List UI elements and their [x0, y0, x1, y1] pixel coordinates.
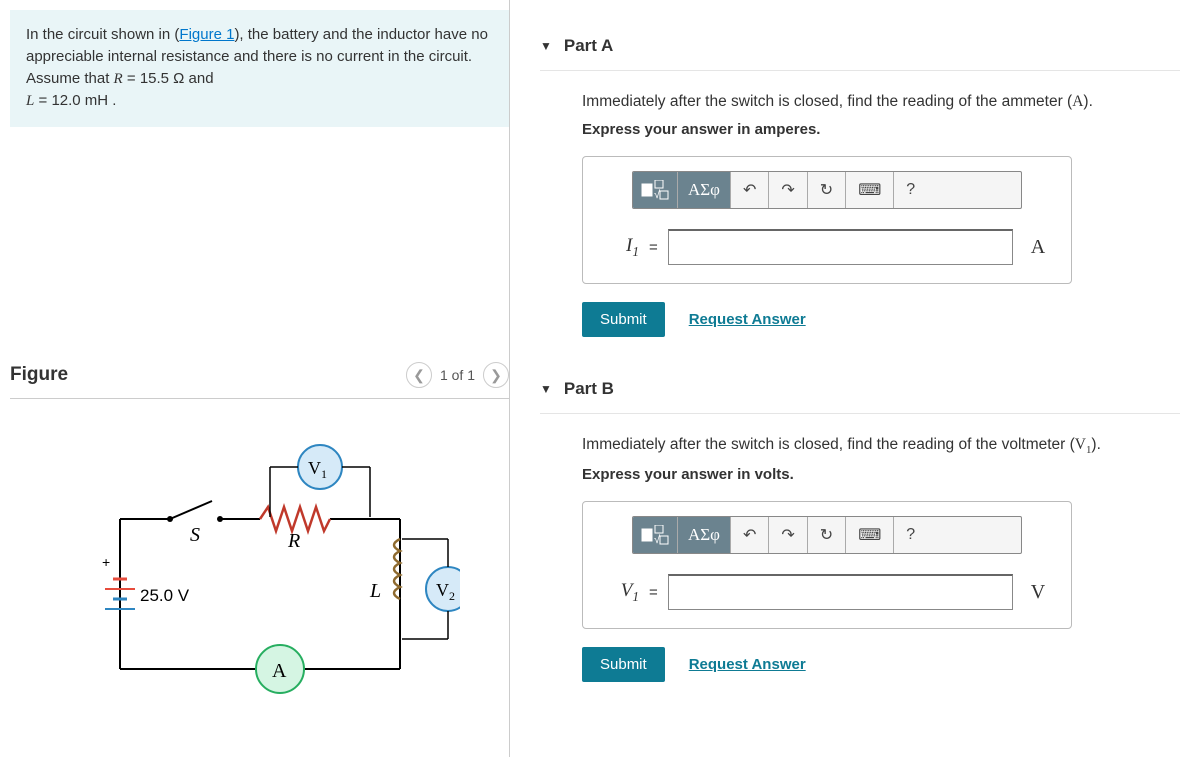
- label-R: R: [287, 530, 300, 552]
- reset-button[interactable]: ↻: [808, 172, 846, 208]
- part-b-answer-row: V1 = V: [601, 574, 1053, 610]
- template-button[interactable]: √: [633, 172, 678, 208]
- right-panel: ▼ Part A Immediately after the switch is…: [510, 0, 1200, 757]
- part-b-input[interactable]: [668, 574, 1013, 610]
- part-b-header[interactable]: ▼ Part B: [540, 373, 1180, 414]
- submit-button-b[interactable]: Submit: [582, 647, 665, 682]
- undo-button[interactable]: ↶: [731, 172, 769, 208]
- part-b-unit: V: [1023, 581, 1053, 604]
- formatting-toolbar-b: √ ΑΣφ ↶ ↷ ↻ ⌨ ?: [632, 516, 1022, 554]
- caret-down-icon: ▼: [540, 39, 552, 53]
- part-a-instruct: Express your answer in amperes.: [582, 121, 1180, 138]
- undo-button[interactable]: ↶: [731, 517, 769, 553]
- figure-prev-button[interactable]: ❮: [406, 362, 432, 388]
- part-a-var: I1: [601, 235, 639, 260]
- request-answer-b[interactable]: Request Answer: [689, 656, 806, 673]
- equals: =: [649, 239, 658, 256]
- part-a-question: Immediately after the switch is closed, …: [582, 93, 1180, 111]
- caret-down-icon: ▼: [540, 382, 552, 396]
- label-A: A: [272, 660, 287, 682]
- submit-button-a[interactable]: Submit: [582, 302, 665, 337]
- label-S: S: [190, 524, 200, 546]
- part-b-answer-block: √ ΑΣφ ↶ ↷ ↻ ⌨ ? V1 = V: [582, 501, 1072, 629]
- part-b-question: Immediately after the switch is closed, …: [582, 436, 1180, 456]
- label-voltage: 25.0 V: [140, 586, 190, 605]
- equals: =: [649, 584, 658, 601]
- part-a-actions: Submit Request Answer: [582, 302, 1180, 337]
- part-b-var: V1: [601, 580, 639, 605]
- left-panel: In the circuit shown in (Figure 1), the …: [0, 0, 510, 757]
- part-b-body: Immediately after the switch is closed, …: [540, 436, 1180, 682]
- template-button[interactable]: √: [633, 517, 678, 553]
- circuit-diagram: S + 25.0 V R V1 L: [10, 429, 509, 713]
- figure-header: Figure ❮ 1 of 1 ❯: [10, 362, 509, 399]
- label-plus: +: [102, 554, 110, 570]
- part-a-title: Part A: [564, 36, 613, 56]
- problem-intro-prefix: In the circuit shown in (: [26, 26, 179, 43]
- part-a-input[interactable]: [668, 229, 1013, 265]
- problem-statement: In the circuit shown in (Figure 1), the …: [10, 10, 509, 127]
- figure-nav-label: 1 of 1: [440, 367, 475, 383]
- part-a-unit: A: [1023, 236, 1053, 259]
- figure-next-button[interactable]: ❯: [483, 362, 509, 388]
- part-b-actions: Submit Request Answer: [582, 647, 1180, 682]
- R-value: = 15.5 Ω and: [123, 70, 214, 87]
- keyboard-button[interactable]: ⌨: [846, 517, 894, 553]
- reset-button[interactable]: ↻: [808, 517, 846, 553]
- keyboard-button[interactable]: ⌨: [846, 172, 894, 208]
- formatting-toolbar-a: √ ΑΣφ ↶ ↷ ↻ ⌨ ?: [632, 171, 1022, 209]
- greek-button[interactable]: ΑΣφ: [678, 517, 731, 553]
- part-a-body: Immediately after the switch is closed, …: [540, 93, 1180, 337]
- greek-button[interactable]: ΑΣφ: [678, 172, 731, 208]
- help-button[interactable]: ?: [894, 517, 927, 553]
- redo-button[interactable]: ↷: [769, 517, 807, 553]
- figure-nav: ❮ 1 of 1 ❯: [406, 362, 509, 388]
- figure-section: Figure ❮ 1 of 1 ❯ S: [10, 362, 509, 713]
- label-L: L: [369, 580, 381, 602]
- help-button[interactable]: ?: [894, 172, 927, 208]
- figure-title: Figure: [10, 364, 68, 386]
- request-answer-a[interactable]: Request Answer: [689, 311, 806, 328]
- part-a-answer-block: √ ΑΣφ ↶ ↷ ↻ ⌨ ? I1 = A: [582, 156, 1072, 284]
- part-a-header[interactable]: ▼ Part A: [540, 30, 1180, 71]
- figure-link[interactable]: Figure 1: [179, 26, 234, 43]
- part-b-title: Part B: [564, 379, 614, 399]
- L-value: = 12.0 mH .: [34, 92, 116, 109]
- redo-button[interactable]: ↷: [769, 172, 807, 208]
- part-a-answer-row: I1 = A: [601, 229, 1053, 265]
- part-b-instruct: Express your answer in volts.: [582, 466, 1180, 483]
- var-R: R: [114, 71, 123, 87]
